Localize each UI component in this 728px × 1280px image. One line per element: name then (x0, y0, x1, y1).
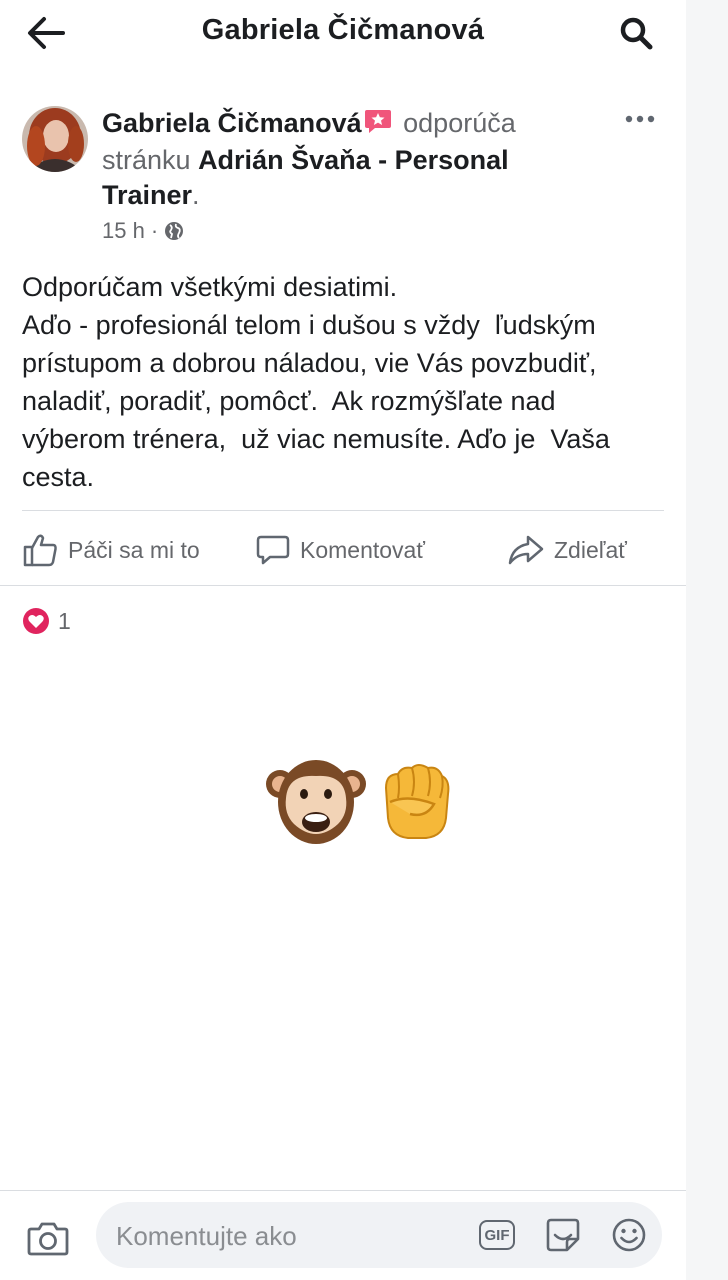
post-text: Odporúčam všetkými desiatimi. Aďo - prof… (22, 268, 662, 496)
search-button[interactable] (616, 14, 656, 52)
meta-separator: · (150, 218, 159, 243)
top-bar: Gabriela Čičmanová (0, 0, 686, 66)
gif-icon: GIF (479, 1220, 515, 1250)
post-line: naladiť, poradiť, pomôcť. Ak rozmýšľate … (22, 386, 556, 416)
comment-emoji-row (264, 752, 458, 848)
raised-fist-icon (384, 764, 450, 839)
share-label: Zdieľať (554, 536, 627, 563)
reaction-summary[interactable]: 1 (22, 607, 71, 635)
avatar-photo (22, 106, 88, 172)
thumbs-up-icon (23, 534, 57, 567)
author-avatar[interactable] (22, 106, 88, 172)
right-edge-strip (684, 0, 728, 1280)
post-actions-bar: Páči sa mi to Komentovať Zdieľať (0, 522, 686, 576)
comment-label: Komentovať (300, 536, 425, 563)
sticker-icon (546, 1218, 580, 1252)
post-line: Odporúčam všetkými desiatimi. (22, 272, 398, 302)
post-detail-view: Gabriela Čičmanová Gabriela Čičmanová od… (0, 0, 686, 1280)
search-icon (620, 17, 653, 50)
more-options-button[interactable] (620, 104, 660, 134)
post-line: prístupom a dobrou náladou, vie Vás povz… (22, 348, 597, 378)
post-meta: 15 h · (102, 218, 184, 244)
globe-icon (165, 222, 184, 240)
sticker-button[interactable] (542, 1215, 584, 1255)
comment-icon (256, 535, 290, 565)
post-line: Aďo - profesionál telom i dušou s vždy ľ… (22, 310, 596, 340)
post-line: výberom trénera, už viac nemusíte. Aďo j… (22, 424, 610, 454)
gif-button[interactable]: GIF (476, 1215, 518, 1255)
post-line: cesta. (22, 462, 95, 492)
author-name[interactable]: Gabriela Čičmanová (102, 108, 362, 138)
divider (0, 585, 686, 586)
recommend-badge-icon (364, 108, 392, 143)
like-label: Páči sa mi to (68, 536, 200, 563)
share-button[interactable]: Zdieľať (508, 528, 627, 572)
post-header: Gabriela Čičmanová odporúča stránku Adri… (102, 106, 602, 213)
recommend-verb: odporúča (403, 108, 516, 138)
post-timestamp[interactable]: 15 h (102, 218, 145, 244)
like-button[interactable]: Páči sa mi to (22, 528, 200, 572)
monkey-face-icon (266, 760, 366, 844)
emoji-icon (612, 1218, 646, 1252)
camera-icon (27, 1222, 69, 1256)
divider (0, 1190, 686, 1191)
emoji-button[interactable] (608, 1215, 650, 1255)
share-icon (508, 535, 544, 565)
comment-button[interactable]: Komentovať (256, 528, 425, 572)
comment-composer: GIF (96, 1202, 662, 1268)
love-reaction-icon (23, 608, 49, 634)
page-title: Gabriela Čičmanová (201, 14, 485, 46)
comment-input[interactable] (114, 1214, 458, 1258)
header-period: . (192, 180, 200, 210)
camera-button[interactable] (26, 1218, 70, 1258)
more-horizontal-icon (625, 115, 655, 123)
reaction-count: 1 (58, 607, 71, 634)
recommend-object-prefix: stránku (102, 145, 191, 175)
divider (22, 510, 664, 511)
